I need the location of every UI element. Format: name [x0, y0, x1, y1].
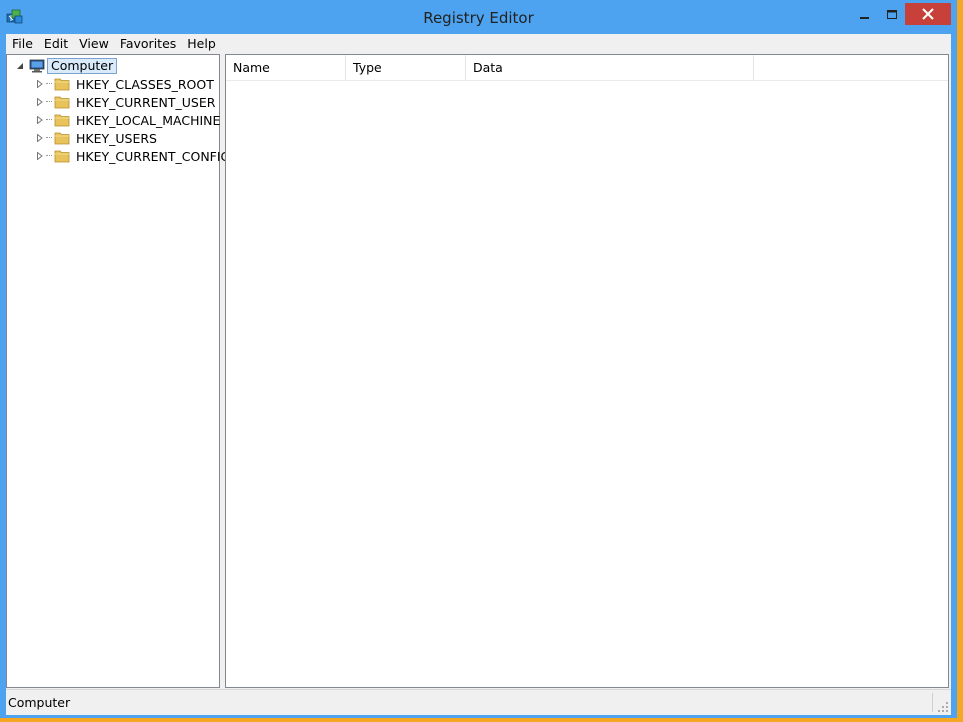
tree-item-label[interactable]: HKEY_USERS: [76, 131, 157, 146]
menu-edit[interactable]: Edit: [38, 34, 73, 54]
values-list-pane[interactable]: Name Type Data: [225, 54, 949, 688]
folder-icon: [54, 131, 70, 145]
window-title: Registry Editor: [423, 9, 534, 27]
key-tree-pane[interactable]: Computer HKEY_CLASSES_ROOT HKEY_CURRENT_…: [6, 54, 230, 688]
expand-arrow-icon[interactable]: [35, 79, 45, 89]
client-area: File Edit View Favorites Help Computer H…: [6, 34, 951, 715]
menu-file[interactable]: File: [6, 34, 38, 54]
close-icon: [922, 8, 934, 20]
resize-grip-icon[interactable]: [938, 702, 949, 713]
tree-item-hkey-users[interactable]: HKEY_USERS: [35, 129, 157, 147]
tree-connector: [46, 83, 52, 85]
expand-arrow-icon[interactable]: [35, 133, 45, 143]
status-bar: Computer: [6, 689, 951, 715]
folder-icon: [54, 149, 70, 163]
folder-icon: [54, 77, 70, 91]
registry-editor-window: Registry Editor File Edit View Favorites…: [0, 0, 957, 718]
tree-item-label[interactable]: HKEY_LOCAL_MACHINE: [76, 113, 220, 128]
tree-item-label[interactable]: Computer: [47, 58, 118, 74]
tree-connector: [46, 119, 52, 121]
title-bar[interactable]: Registry Editor: [0, 0, 957, 34]
status-path: Computer: [8, 695, 71, 710]
close-button[interactable]: [905, 3, 951, 25]
maximize-icon: [886, 10, 898, 20]
menu-favorites[interactable]: Favorites: [114, 34, 181, 54]
tree-item-hkey-current-user[interactable]: HKEY_CURRENT_USER: [35, 93, 215, 111]
menu-view[interactable]: View: [73, 34, 114, 54]
folder-icon: [54, 95, 70, 109]
tree-item-label[interactable]: HKEY_CURRENT_USER: [76, 95, 215, 110]
menu-help[interactable]: Help: [181, 34, 221, 54]
tree-connector: [46, 155, 52, 157]
maximize-button[interactable]: [877, 4, 907, 26]
tree-item-computer[interactable]: Computer: [15, 57, 118, 75]
tree-item-hkey-classes-root[interactable]: HKEY_CLASSES_ROOT: [35, 75, 214, 93]
menu-bar: File Edit View Favorites Help: [6, 34, 951, 54]
list-header: Name Type Data: [226, 55, 948, 81]
tree-connector: [46, 137, 52, 139]
tree-item-label[interactable]: HKEY_CURRENT_CONFIG: [76, 149, 230, 164]
column-header-name[interactable]: Name: [226, 55, 346, 80]
minimize-icon: [860, 10, 870, 20]
folder-icon: [54, 113, 70, 127]
expand-arrow-icon[interactable]: [35, 97, 45, 107]
expand-arrow-icon[interactable]: [35, 151, 45, 161]
status-divider: [932, 693, 933, 712]
expand-arrow-icon[interactable]: [35, 115, 45, 125]
column-header-type[interactable]: Type: [346, 55, 466, 80]
minimize-button[interactable]: [850, 4, 880, 26]
tree-connector: [46, 101, 52, 103]
column-header-data[interactable]: Data: [466, 55, 754, 80]
collapse-arrow-icon[interactable]: [15, 61, 25, 71]
tree-item-hkey-current-config[interactable]: HKEY_CURRENT_CONFIG: [35, 147, 230, 165]
tree-item-label[interactable]: HKEY_CLASSES_ROOT: [76, 77, 214, 92]
tree-item-hkey-local-machine[interactable]: HKEY_LOCAL_MACHINE: [35, 111, 220, 129]
computer-icon: [29, 59, 45, 73]
